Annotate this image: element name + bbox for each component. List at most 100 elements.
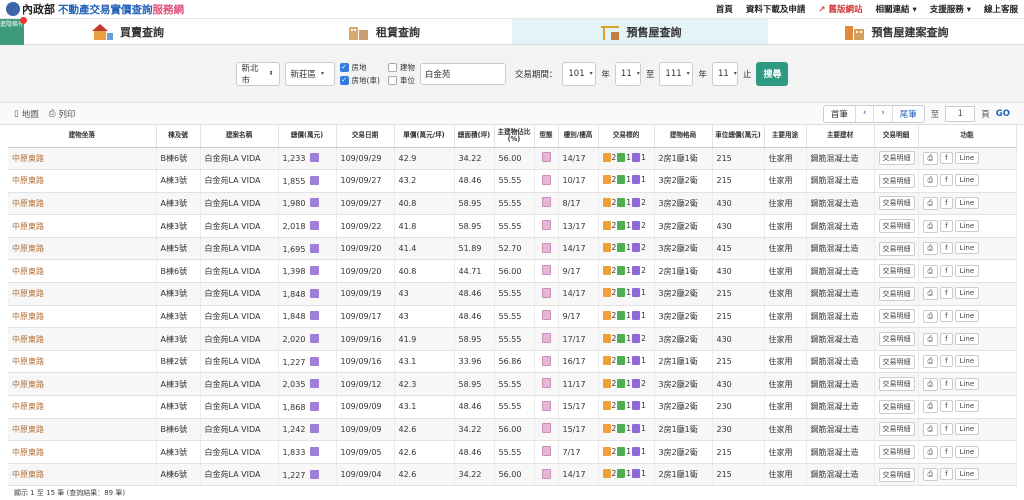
line-share-button[interactable]: Line <box>954 287 980 300</box>
detail-button[interactable]: 交易明細 <box>878 241 915 256</box>
print-row-button[interactable]: ⎙ <box>922 287 939 301</box>
nav-old-site[interactable]: ↗ 舊版網站 <box>818 3 862 15</box>
info-icon[interactable] <box>309 311 319 321</box>
cell-address[interactable]: 中原東路 <box>8 440 157 464</box>
floor-plan-icon[interactable] <box>541 197 551 208</box>
floor-plan-icon[interactable] <box>541 400 551 411</box>
cell-address[interactable]: 中原東路 <box>8 372 157 397</box>
keyword-input[interactable]: 白金苑 <box>419 62 506 85</box>
search-button[interactable]: 搜尋 <box>756 61 789 86</box>
floor-plan-icon[interactable] <box>541 242 551 253</box>
site-logo[interactable]: 內政部 不動產交易實價查詢 服務網 <box>6 1 184 17</box>
facebook-share-button[interactable]: f <box>940 332 953 345</box>
page-number-input[interactable]: 1 <box>945 105 976 122</box>
cell-address[interactable]: 中原東路 <box>8 418 157 442</box>
detail-button[interactable]: 交易明細 <box>878 422 915 437</box>
print-row-button[interactable]: ⎙ <box>922 355 939 369</box>
detail-button[interactable]: 交易明細 <box>878 354 915 369</box>
detail-button[interactable]: 交易明細 <box>878 332 915 347</box>
line-share-button[interactable]: Line <box>954 309 980 322</box>
check-land-building[interactable]: ✓ 房地 <box>339 62 380 73</box>
info-icon[interactable] <box>309 447 319 457</box>
tab-rent[interactable]: 租賃查詢 <box>256 19 512 44</box>
cell-address[interactable]: 中原東路 <box>8 282 157 306</box>
tab-presale-project[interactable]: 預售屋建案查詢 <box>768 19 1024 44</box>
to-year-select[interactable]: 111 ▾ <box>659 61 694 86</box>
floor-plan-icon[interactable] <box>541 220 551 231</box>
advanced-search-button[interactable]: 進階條件 <box>0 17 27 45</box>
first-page-button[interactable]: 首筆 <box>824 105 856 122</box>
prev-page-button[interactable]: ‹ <box>856 105 875 122</box>
facebook-share-button[interactable]: f <box>940 174 953 187</box>
check-land-building-parking[interactable]: ✓ 房地(車) <box>339 75 380 86</box>
map-button[interactable]: ▯ 地圖 <box>14 108 39 120</box>
print-row-button[interactable]: ⎙ <box>922 445 939 459</box>
cell-address[interactable]: 中原東路 <box>8 327 157 351</box>
floor-plan-icon[interactable] <box>541 378 551 389</box>
print-row-button[interactable]: ⎙ <box>922 400 939 414</box>
nav-download[interactable]: 資料下載及申請 <box>746 3 806 15</box>
print-row-button[interactable]: ⎙ <box>922 468 939 482</box>
detail-button[interactable]: 交易明細 <box>878 377 915 392</box>
floor-plan-icon[interactable] <box>541 423 551 434</box>
info-icon[interactable] <box>309 469 319 479</box>
print-row-button[interactable]: ⎙ <box>922 332 939 346</box>
cell-address[interactable]: 中原東路 <box>8 259 157 284</box>
print-row-button[interactable]: ⎙ <box>922 196 939 210</box>
cell-address[interactable]: 中原東路 <box>8 192 157 216</box>
nav-support[interactable]: 支援服務 ▾ <box>930 3 971 15</box>
info-icon[interactable] <box>309 424 319 434</box>
from-month-select[interactable]: 11 ▾ <box>614 61 641 86</box>
info-icon[interactable] <box>309 198 319 208</box>
detail-button[interactable]: 交易明細 <box>878 196 915 211</box>
line-share-button[interactable]: Line <box>954 400 980 413</box>
facebook-share-button[interactable]: f <box>940 309 953 322</box>
print-row-button[interactable]: ⎙ <box>922 219 939 233</box>
line-share-button[interactable]: Line <box>954 174 980 187</box>
print-row-button[interactable]: ⎙ <box>922 151 939 165</box>
info-icon[interactable] <box>309 288 319 298</box>
last-page-button[interactable]: 尾筆 <box>893 106 924 122</box>
info-icon[interactable] <box>309 334 319 344</box>
line-share-button[interactable]: Line <box>954 422 980 435</box>
info-icon[interactable] <box>309 401 319 411</box>
line-share-button[interactable]: Line <box>954 219 980 232</box>
floor-plan-icon[interactable] <box>541 265 551 276</box>
facebook-share-button[interactable]: f <box>940 219 953 232</box>
floor-plan-icon[interactable] <box>541 333 551 344</box>
go-button[interactable]: GO <box>996 109 1010 119</box>
floor-plan-icon[interactable] <box>541 468 551 479</box>
detail-button[interactable]: 交易明細 <box>878 264 915 279</box>
info-icon[interactable] <box>309 266 319 276</box>
facebook-share-button[interactable]: f <box>940 287 953 300</box>
line-share-button[interactable]: Line <box>954 468 980 481</box>
detail-button[interactable]: 交易明細 <box>878 151 915 166</box>
to-month-select[interactable]: 11 ▾ <box>711 61 738 86</box>
facebook-share-button[interactable]: f <box>940 377 953 390</box>
facebook-share-button[interactable]: f <box>940 151 953 164</box>
line-share-button[interactable]: Line <box>954 332 980 345</box>
nav-online-service[interactable]: 線上客服 <box>984 3 1018 15</box>
print-row-button[interactable]: ⎙ <box>922 377 939 391</box>
check-parking[interactable]: 車位 <box>387 75 415 86</box>
line-share-button[interactable]: Line <box>954 377 980 390</box>
tab-presale[interactable]: 預售屋查詢 <box>512 19 768 44</box>
floor-plan-icon[interactable] <box>541 355 551 366</box>
floor-plan-icon[interactable] <box>541 310 551 321</box>
floor-plan-icon[interactable] <box>541 174 551 185</box>
nav-links[interactable]: 相關連結 ▾ <box>875 3 916 15</box>
facebook-share-button[interactable]: f <box>940 422 953 435</box>
line-share-button[interactable]: Line <box>954 242 980 255</box>
tab-sale[interactable]: 買賣查詢 <box>0 19 256 44</box>
cell-address[interactable]: 中原東路 <box>8 395 157 419</box>
cell-address[interactable]: 中原東路 <box>8 214 157 238</box>
print-button[interactable]: ⎙ 列印 <box>49 108 76 120</box>
cell-address[interactable]: 中原東路 <box>8 350 157 374</box>
district-select[interactable]: 新莊區 ▾ <box>284 61 335 86</box>
detail-button[interactable]: 交易明細 <box>878 467 915 482</box>
cell-address[interactable]: 中原東路 <box>8 463 157 487</box>
floor-plan-icon[interactable] <box>541 152 551 163</box>
info-icon[interactable] <box>309 356 319 366</box>
detail-button[interactable]: 交易明細 <box>878 309 915 324</box>
floor-plan-icon[interactable] <box>541 287 551 298</box>
